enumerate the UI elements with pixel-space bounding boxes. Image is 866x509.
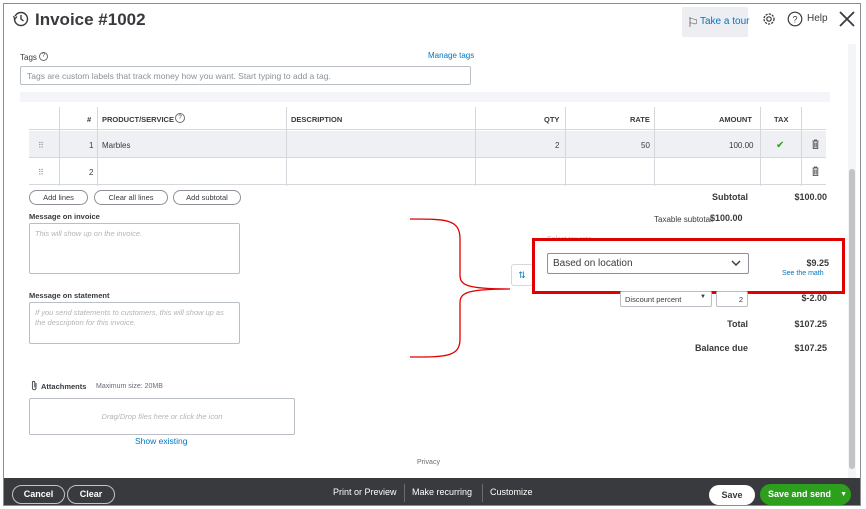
take-tour-button[interactable]: ⚐ Take a tour xyxy=(682,7,750,37)
discount-type-value: Discount percent xyxy=(625,295,682,304)
close-icon[interactable] xyxy=(838,10,856,28)
col-divider xyxy=(59,107,60,186)
col-amount: AMOUNT xyxy=(719,115,752,124)
message-statement-field[interactable]: If you send statements to customers, thi… xyxy=(29,302,240,344)
col-divider xyxy=(654,107,655,186)
customize-button[interactable]: Customize xyxy=(490,487,533,497)
row-rate[interactable]: 50 xyxy=(641,141,650,150)
table-row[interactable]: ⠿ 2 xyxy=(29,158,826,185)
col-divider xyxy=(475,107,476,186)
footer-bar: Cancel Clear Print or Preview Make recur… xyxy=(4,478,860,505)
attachment-dropzone[interactable]: Drag/Drop files here or click the icon xyxy=(29,398,295,435)
trash-icon[interactable] xyxy=(812,166,819,176)
show-existing-link[interactable]: Show existing xyxy=(135,436,187,446)
chevron-down-icon[interactable]: ▼ xyxy=(840,484,847,505)
add-lines-button[interactable]: Add lines xyxy=(29,190,88,205)
subtotal-label: Subtotal xyxy=(712,192,748,202)
clear-button[interactable]: Clear xyxy=(67,485,115,504)
chevron-down-icon: ▼ xyxy=(700,294,706,300)
table-row[interactable]: ⠿ 1 Marbles 2 50 100.00 ✔ xyxy=(29,131,826,158)
attachments-label: Attachments xyxy=(41,382,87,391)
manage-tags-link[interactable]: Manage tags xyxy=(428,51,474,60)
divider-band xyxy=(20,92,830,102)
footer-separator xyxy=(404,484,405,502)
col-rate: RATE xyxy=(630,115,650,124)
row-qty[interactable]: 2 xyxy=(555,141,559,150)
paperclip-icon xyxy=(31,380,37,391)
take-tour-label: Take a tour xyxy=(700,16,750,27)
col-product: PRODUCT/SERVICE xyxy=(102,115,174,124)
row-num: 2 xyxy=(89,168,94,177)
tags-label: Tags xyxy=(20,53,37,62)
drag-handle-icon[interactable]: ⠿ xyxy=(38,168,44,177)
row-amount[interactable]: 100.00 xyxy=(729,141,753,150)
taxable-subtotal-label: Taxable subtotal xyxy=(654,215,712,224)
checkmark-icon[interactable]: ✔ xyxy=(776,140,784,151)
col-divider xyxy=(565,107,566,186)
col-tax: TAX xyxy=(774,115,789,124)
col-num: # xyxy=(87,115,92,124)
save-and-send-label: Save and send xyxy=(768,489,832,499)
row-product[interactable]: Marbles xyxy=(102,141,130,150)
subtotal-value: $100.00 xyxy=(794,192,827,202)
help-circle-icon[interactable]: ? xyxy=(787,11,803,27)
taxable-subtotal-value: $100.00 xyxy=(710,213,743,223)
brace-annotation xyxy=(409,218,511,358)
make-recurring-button[interactable]: Make recurring xyxy=(412,487,472,497)
discount-amount: $-2.00 xyxy=(801,293,827,303)
col-divider xyxy=(286,107,287,186)
trash-icon[interactable] xyxy=(812,139,819,149)
cancel-button[interactable]: Cancel xyxy=(12,485,65,504)
map-route-icon: ⚐ xyxy=(687,15,699,30)
clear-all-lines-button[interactable]: Clear all lines xyxy=(94,190,168,205)
page-title: Invoice #1002 xyxy=(35,10,146,29)
footer-separator xyxy=(482,484,483,502)
total-value: $107.25 xyxy=(794,319,827,329)
highlight-box xyxy=(532,238,845,294)
swap-icon[interactable]: ⇅ xyxy=(511,264,533,286)
total-label: Total xyxy=(727,319,748,329)
print-preview-button[interactable]: Print or Preview xyxy=(333,487,397,497)
save-and-send-button[interactable]: Save and send ▼ xyxy=(760,484,851,505)
col-divider xyxy=(801,107,802,186)
col-qty: QTY xyxy=(544,115,560,124)
col-divider xyxy=(760,107,761,186)
gear-icon[interactable] xyxy=(761,11,777,27)
table-header: # PRODUCT/SERVICE ? DESCRIPTION QTY RATE… xyxy=(29,107,826,130)
tags-input[interactable]: Tags are custom labels that track money … xyxy=(20,66,471,85)
history-icon[interactable] xyxy=(12,10,30,28)
attachments-max-size: Maximum size: 20MB xyxy=(96,383,163,390)
col-description: DESCRIPTION xyxy=(291,115,343,124)
invoice-window: Invoice #1002 ⚐ Take a tour ? Help Tags … xyxy=(3,3,861,506)
balance-due-label: Balance due xyxy=(694,343,748,353)
discount-input[interactable]: 2 xyxy=(716,291,748,307)
col-divider xyxy=(97,107,98,186)
save-button[interactable]: Save xyxy=(709,485,755,505)
privacy-link[interactable]: Privacy xyxy=(417,459,440,466)
add-subtotal-button[interactable]: Add subtotal xyxy=(173,190,241,205)
drag-handle-icon[interactable]: ⠿ xyxy=(38,141,44,150)
svg-text:?: ? xyxy=(792,15,797,25)
discount-type-select[interactable]: Discount percent ▼ xyxy=(620,291,712,307)
product-help-icon[interactable]: ? xyxy=(175,113,185,123)
message-invoice-label: Message on invoice xyxy=(29,212,100,221)
scrollbar-thumb[interactable] xyxy=(849,169,855,469)
message-statement-label: Message on statement xyxy=(29,291,110,300)
message-invoice-field[interactable]: This will show up on the invoice. xyxy=(29,223,240,274)
tags-help-icon[interactable]: ? xyxy=(39,52,48,61)
help-link[interactable]: Help xyxy=(807,13,828,24)
row-num: 1 xyxy=(89,141,94,150)
balance-due-value: $107.25 xyxy=(794,343,827,353)
